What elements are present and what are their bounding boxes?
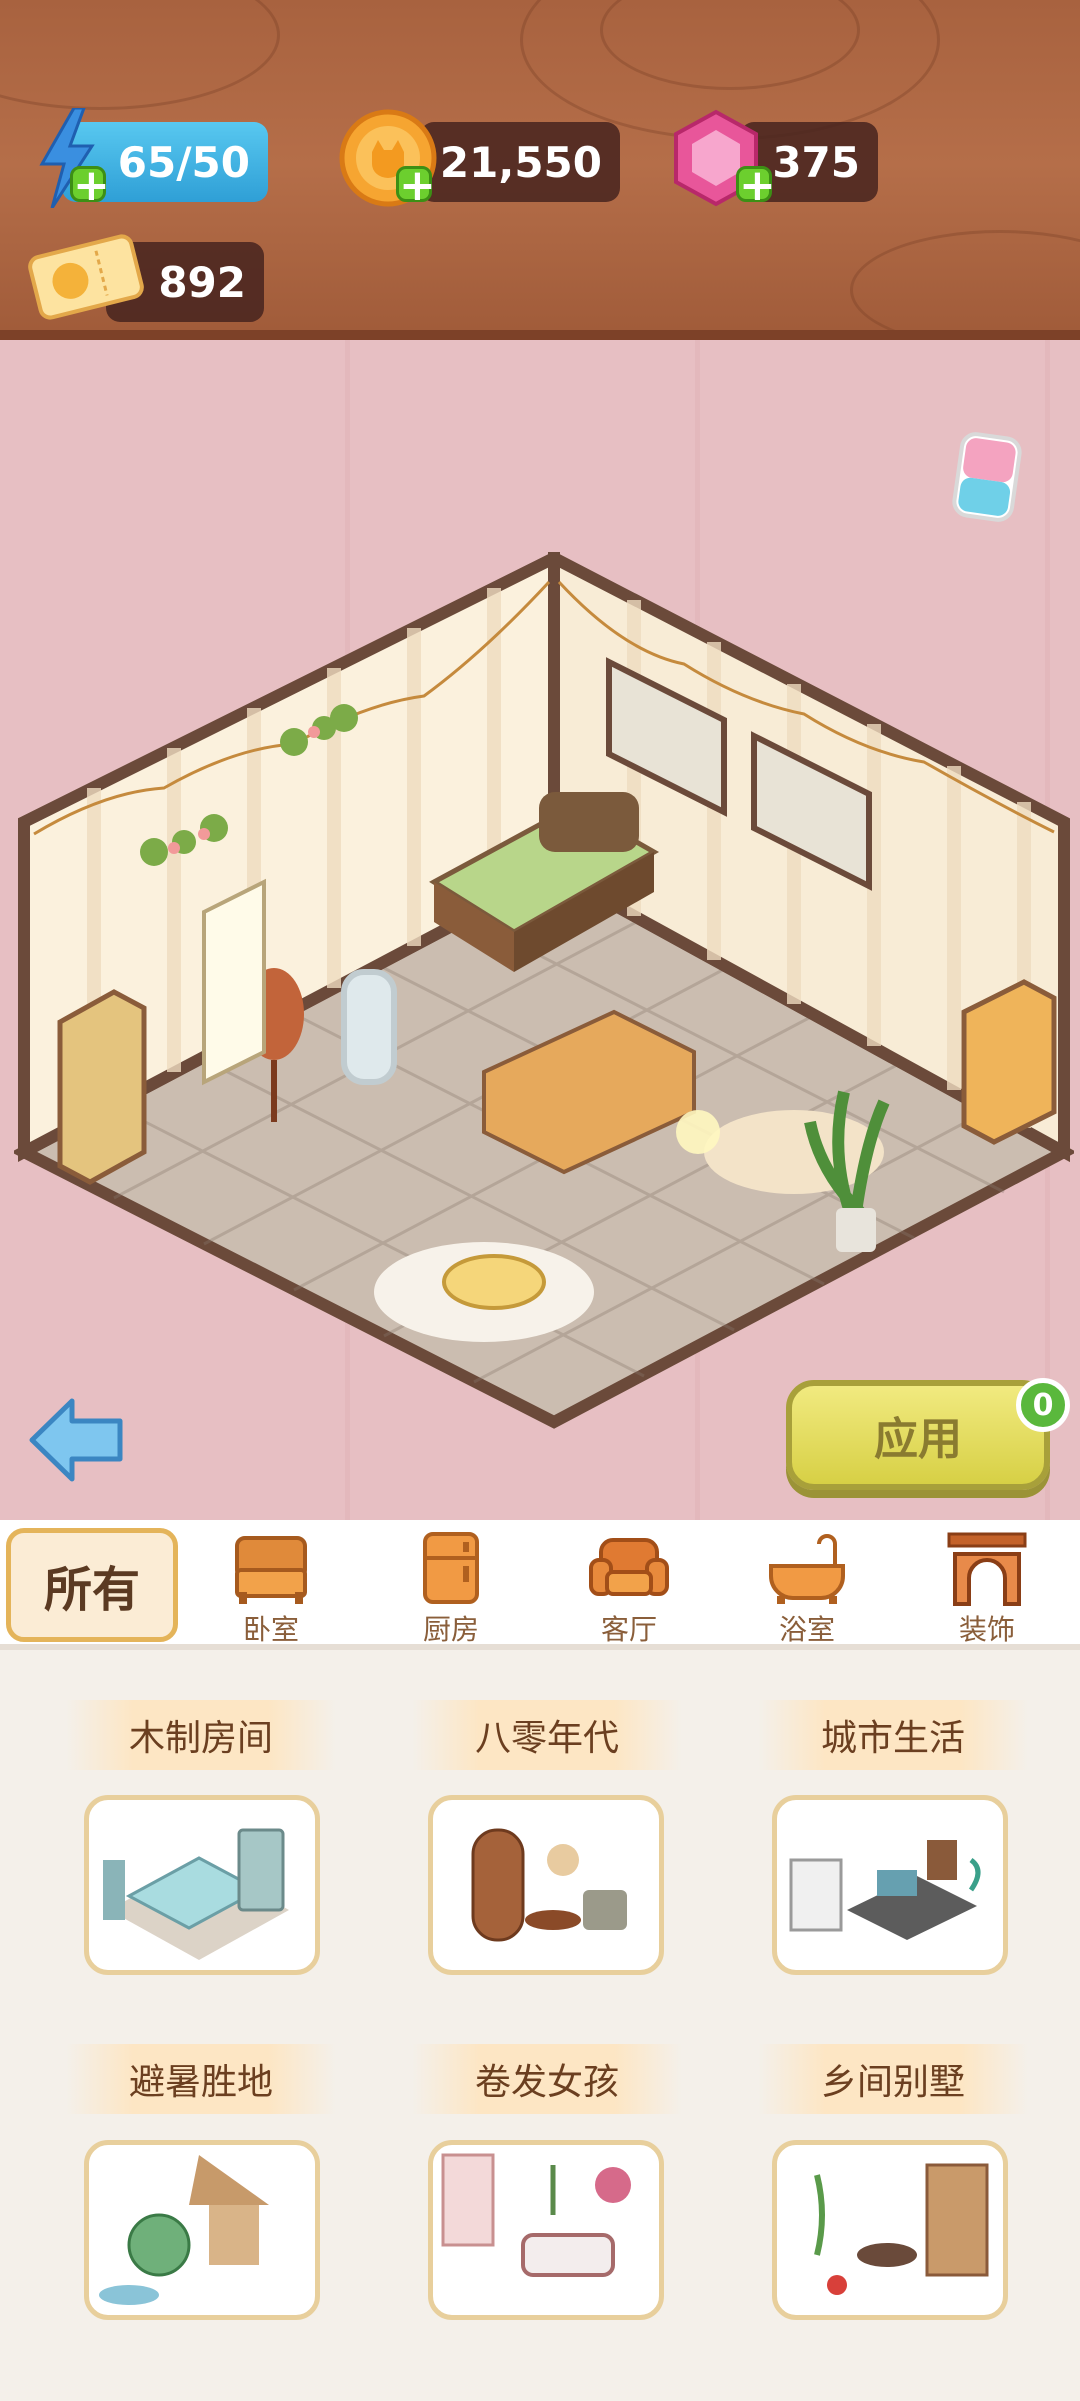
theme-card-eighties[interactable] bbox=[428, 1795, 664, 1975]
tab-kitchen-label: 厨房 bbox=[422, 1613, 479, 1646]
theme-title-text: 木制房间 bbox=[128, 1718, 273, 1759]
theme-title-text: 避暑胜地 bbox=[128, 2062, 273, 2103]
fridge-icon bbox=[423, 1532, 479, 1604]
theme-card-summer-resort[interactable] bbox=[84, 2140, 320, 2320]
tab-all-label: 所有 bbox=[43, 1562, 140, 1618]
tab-bathroom[interactable]: 浴室 bbox=[732, 1520, 882, 1650]
add-gems-button[interactable]: + bbox=[736, 164, 776, 208]
add-energy-button[interactable]: + bbox=[70, 164, 110, 208]
city-life-preview bbox=[789, 1840, 981, 1940]
tab-living-room[interactable]: 客厅 bbox=[554, 1520, 704, 1650]
tab-bathroom-label: 浴室 bbox=[778, 1613, 835, 1646]
isometric-room[interactable] bbox=[14, 552, 1074, 1432]
tab-all[interactable]: 所有 bbox=[6, 1528, 178, 1642]
apply-label: 应用 bbox=[874, 1414, 962, 1465]
tab-bedroom[interactable]: 卧室 bbox=[196, 1520, 346, 1650]
theme-title: 八零年代 bbox=[412, 1700, 682, 1770]
tab-kitchen[interactable]: 厨房 bbox=[376, 1520, 526, 1650]
bathtub-icon bbox=[769, 1534, 845, 1604]
bed-icon bbox=[235, 1536, 307, 1604]
gem-value: 375 bbox=[772, 137, 860, 187]
theme-title: 城市生活 bbox=[758, 1700, 1028, 1770]
theme-title: 避暑胜地 bbox=[66, 2044, 336, 2114]
eraser-icon[interactable] bbox=[950, 432, 1024, 522]
apply-count-badge: 0 bbox=[1016, 1378, 1070, 1432]
add-coins-button[interactable]: + bbox=[396, 164, 436, 208]
theme-title-text: 乡间别墅 bbox=[820, 2062, 965, 2103]
wooden-room-preview bbox=[103, 1828, 289, 1960]
resource-bar: 65/50 + 21,550 + 375 + 892 bbox=[0, 0, 1080, 340]
theme-card-wooden-room[interactable] bbox=[84, 1795, 320, 1975]
back-arrow-icon[interactable] bbox=[28, 1395, 124, 1485]
tab-bedroom-label: 卧室 bbox=[242, 1613, 299, 1646]
theme-title-text: 城市生活 bbox=[820, 1718, 965, 1759]
theme-title: 木制房间 bbox=[66, 1700, 336, 1770]
coin-value: 21,550 bbox=[439, 137, 602, 187]
theme-title-text: 卷发女孩 bbox=[474, 2062, 619, 2103]
theme-title: 卷发女孩 bbox=[412, 2044, 682, 2114]
summer-resort-preview bbox=[99, 2155, 269, 2305]
tab-decoration-label: 装饰 bbox=[958, 1613, 1015, 1646]
arch-icon bbox=[947, 1532, 1027, 1606]
country-villa-preview bbox=[814, 2163, 989, 2295]
theme-card-city-life[interactable] bbox=[772, 1795, 1008, 1975]
theme-card-curly-girl[interactable] bbox=[428, 2140, 664, 2320]
energy-value: 65/50 bbox=[117, 137, 250, 187]
theme-card-country-villa[interactable] bbox=[772, 2140, 1008, 2320]
coin-counter[interactable]: 21,550 bbox=[420, 122, 620, 202]
tab-living-room-label: 客厅 bbox=[600, 1613, 657, 1646]
apply-count-value: 0 bbox=[1032, 1387, 1054, 1423]
eighties-preview bbox=[471, 1828, 627, 1942]
ticket-value: 892 bbox=[158, 257, 246, 307]
curly-girl-preview bbox=[441, 2153, 631, 2277]
ticket-icon bbox=[28, 234, 144, 320]
sofa-icon bbox=[589, 1538, 669, 1596]
apply-button[interactable]: 应用 bbox=[786, 1380, 1050, 1490]
theme-title-text: 八零年代 bbox=[474, 1718, 619, 1759]
tab-decoration[interactable]: 装饰 bbox=[912, 1520, 1062, 1650]
category-tab-bar: 所有 卧室 厨房 客厅 浴室 装饰 bbox=[0, 1520, 1080, 1650]
theme-title: 乡间别墅 bbox=[758, 2044, 1028, 2114]
